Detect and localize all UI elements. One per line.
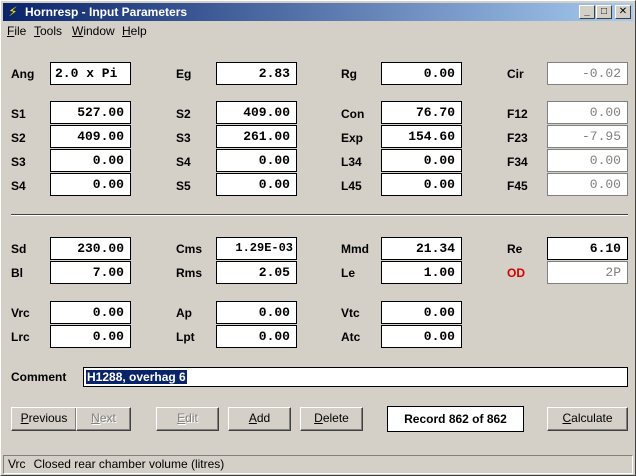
field-f34: 0.00	[547, 149, 628, 172]
field-f12: 0.00	[547, 101, 628, 124]
field-l34[interactable]: 0.00	[381, 149, 462, 172]
label-bl: Bl	[11, 266, 23, 280]
label-s2: S2	[11, 131, 26, 145]
field-rms[interactable]: 2.05	[216, 261, 297, 284]
label-l34: L34	[341, 155, 362, 169]
label-f34: F34	[507, 155, 528, 169]
label-s5: S5	[176, 179, 191, 193]
label-s2-col2: S2	[176, 107, 191, 121]
field-cms[interactable]: 1.29E-03	[216, 237, 297, 260]
label-ap: Ap	[176, 306, 192, 320]
edit-button[interactable]: Edit	[156, 407, 219, 431]
field-s2-col2[interactable]: 409.00	[216, 101, 297, 124]
label-con: Con	[341, 107, 365, 121]
label-le: Le	[341, 266, 356, 280]
previous-button[interactable]: Previous	[11, 407, 77, 431]
field-s1[interactable]: 527.00	[50, 101, 131, 124]
status-field-name: Vrc	[8, 457, 26, 471]
comment-text: H1288, overhag 6	[86, 370, 187, 384]
label-ang: Ang	[11, 67, 35, 81]
field-od: 2P	[547, 261, 628, 284]
field-s3[interactable]: 0.00	[50, 149, 131, 172]
field-ap[interactable]: 0.00	[216, 301, 297, 324]
field-s5[interactable]: 0.00	[216, 173, 297, 196]
field-vrc[interactable]: 0.00	[50, 301, 131, 324]
field-ang[interactable]: 2.0 x Pi	[50, 62, 131, 85]
maximize-button[interactable]: □	[596, 5, 612, 19]
label-vrc: Vrc	[11, 306, 30, 320]
close-button[interactable]: ✕	[615, 5, 631, 19]
label-cms: Cms	[176, 242, 203, 256]
label-vtc: Vtc	[341, 306, 360, 320]
label-eg: Eg	[176, 67, 192, 81]
field-s4[interactable]: 0.00	[50, 173, 131, 196]
menu-help[interactable]: Help	[122, 24, 147, 38]
menu-file[interactable]: File	[7, 24, 26, 38]
field-lrc[interactable]: 0.00	[50, 325, 131, 348]
field-s3-col2[interactable]: 261.00	[216, 125, 297, 148]
delete-button[interactable]: Delete	[300, 407, 363, 431]
window-title: Hornresp - Input Parameters	[25, 5, 188, 19]
label-comment: Comment	[11, 370, 67, 384]
field-con[interactable]: 76.70	[381, 101, 462, 124]
field-l45[interactable]: 0.00	[381, 173, 462, 196]
section-divider	[11, 214, 628, 216]
status-description: Closed rear chamber volume (litres)	[33, 457, 225, 471]
add-button[interactable]: Add	[228, 407, 291, 431]
label-sd: Sd	[11, 242, 27, 256]
field-cir: -0.02	[547, 62, 628, 85]
label-od: OD	[507, 266, 525, 280]
menu-window[interactable]: Window	[72, 24, 115, 38]
field-f45: 0.00	[547, 173, 628, 196]
label-re: Re	[507, 242, 523, 256]
label-mmd: Mmd	[341, 242, 369, 256]
lightning-icon: ⚡	[8, 4, 18, 19]
field-s4-col2[interactable]: 0.00	[216, 149, 297, 172]
next-button[interactable]: Next	[76, 407, 131, 431]
field-exp[interactable]: 154.60	[381, 125, 462, 148]
field-rg[interactable]: 0.00	[381, 62, 462, 85]
field-f23: -7.95	[547, 125, 628, 148]
hornresp-window: ⚡ Hornresp - Input Parameters _ □ ✕ File…	[0, 0, 636, 476]
field-s2[interactable]: 409.00	[50, 125, 131, 148]
label-exp: Exp	[341, 131, 364, 145]
field-mmd[interactable]: 21.34	[381, 237, 462, 260]
menu-tools[interactable]: Tools	[34, 24, 62, 38]
label-cir: Cir	[507, 67, 524, 81]
comment-input[interactable]: H1288, overhag 6	[83, 367, 628, 387]
label-lpt: Lpt	[176, 330, 195, 344]
label-f23: F23	[507, 131, 528, 145]
label-lrc: Lrc	[11, 330, 30, 344]
status-bar: Vrc Closed rear chamber volume (litres)	[3, 455, 633, 474]
minimize-button[interactable]: _	[579, 5, 595, 19]
field-le[interactable]: 1.00	[381, 261, 462, 284]
field-eg[interactable]: 2.83	[216, 62, 297, 85]
label-s1: S1	[11, 107, 26, 121]
label-s3: S3	[11, 155, 26, 169]
field-sd[interactable]: 230.00	[50, 237, 131, 260]
label-atc: Atc	[341, 330, 361, 344]
label-rg: Rg	[341, 67, 357, 81]
title-bar[interactable]: ⚡ Hornresp - Input Parameters _ □ ✕	[3, 3, 633, 21]
label-s4: S4	[11, 179, 26, 193]
label-l45: L45	[341, 179, 362, 193]
field-lpt[interactable]: 0.00	[216, 325, 297, 348]
label-s4-col2: S4	[176, 155, 191, 169]
label-s3-col2: S3	[176, 131, 191, 145]
calculate-button[interactable]: Calculate	[547, 407, 628, 431]
menu-bar: File Tools Window Help	[3, 22, 633, 40]
field-vtc[interactable]: 0.00	[381, 301, 462, 324]
label-f12: F12	[507, 107, 528, 121]
label-f45: F45	[507, 179, 528, 193]
field-bl[interactable]: 7.00	[50, 261, 131, 284]
label-rms: Rms	[176, 266, 203, 280]
field-re[interactable]: 6.10	[547, 237, 628, 260]
record-indicator: Record 862 of 862	[387, 406, 524, 432]
field-atc[interactable]: 0.00	[381, 325, 462, 348]
